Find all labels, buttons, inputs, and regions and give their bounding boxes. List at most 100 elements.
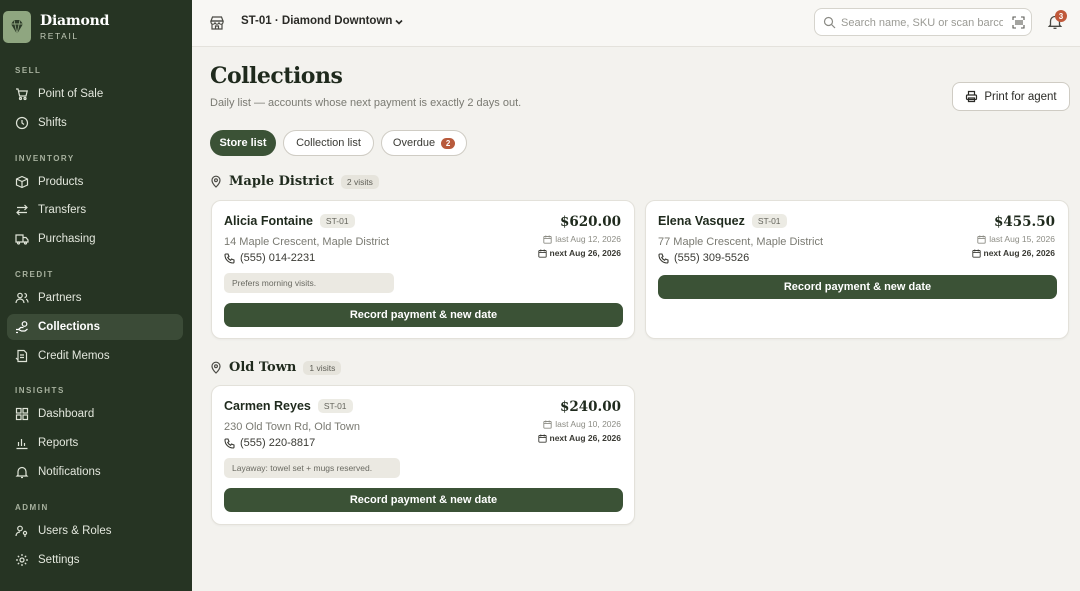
sidebar-item-credit-memos[interactable]: Credit Memos bbox=[7, 343, 183, 369]
sidebar-item-label: Notifications bbox=[38, 466, 101, 478]
chevron-down-icon[interactable] bbox=[393, 16, 405, 28]
diamond-logo-icon bbox=[3, 11, 31, 43]
section-label-credit: CREDIT bbox=[15, 270, 54, 279]
clock-icon bbox=[15, 116, 29, 130]
customer-note: Prefers morning visits. bbox=[224, 273, 394, 293]
customer-phone[interactable]: (555) 220-8817 bbox=[224, 437, 315, 449]
customer-name: Carmen Reyes ST-01 bbox=[224, 399, 353, 413]
phone-icon bbox=[658, 252, 669, 264]
calendar-icon bbox=[543, 420, 552, 429]
print-button-label: Print for agent bbox=[984, 90, 1057, 103]
store-badge: ST-01 bbox=[319, 214, 355, 228]
customer-address: 230 Old Town Rd, Old Town bbox=[224, 421, 360, 433]
customer-name: Elena Vasquez ST-01 bbox=[658, 214, 787, 228]
sidebar-item-label: Collections bbox=[38, 321, 100, 333]
calendar-icon bbox=[977, 235, 986, 244]
collection-card: Alicia Fontaine ST-01 14 Maple Crescent,… bbox=[211, 200, 635, 339]
store-selector[interactable]: ST-01 · Diamond Downtown bbox=[241, 15, 392, 27]
overdue-count-badge: 2 bbox=[441, 137, 456, 149]
collection-card: Elena Vasquez ST-01 77 Maple Crescent, M… bbox=[645, 200, 1069, 339]
record-payment-button[interactable]: Record payment & new date bbox=[224, 488, 623, 512]
sidebar-item-point-of-sale[interactable]: Point of Sale bbox=[7, 81, 183, 107]
box-icon bbox=[15, 175, 29, 189]
store-badge: ST-01 bbox=[317, 399, 353, 413]
section-label-insights: INSIGHTS bbox=[15, 386, 65, 395]
customer-address: 14 Maple Crescent, Maple District bbox=[224, 236, 390, 248]
calendar-icon bbox=[537, 434, 547, 443]
sidebar-item-users-roles[interactable]: Users & Roles bbox=[7, 518, 183, 544]
sidebar-item-label: Transfers bbox=[38, 204, 87, 216]
record-payment-button[interactable]: Record payment & new date bbox=[658, 275, 1057, 299]
sidebar-item-notifications[interactable]: Notifications bbox=[7, 459, 183, 485]
search-bar bbox=[814, 8, 1032, 36]
calendar-icon bbox=[543, 235, 552, 244]
last-payment-date: last Aug 12, 2026 bbox=[543, 234, 621, 244]
cart-icon bbox=[15, 87, 29, 101]
sidebar-item-label: Shifts bbox=[38, 117, 67, 129]
truck-icon bbox=[15, 232, 29, 246]
sidebar-item-label: Partners bbox=[38, 292, 82, 304]
tab-collection-list[interactable]: Collection list bbox=[283, 130, 374, 156]
store-badge: ST-01 bbox=[751, 214, 787, 228]
sidebar-item-collections[interactable]: Collections bbox=[7, 314, 183, 340]
search-icon bbox=[823, 16, 836, 29]
map-pin-icon bbox=[211, 361, 221, 374]
user-key-icon bbox=[15, 524, 29, 538]
sidebar-item-reports[interactable]: Reports bbox=[7, 430, 183, 456]
next-payment-date: next Aug 26, 2026 bbox=[971, 248, 1055, 258]
users-icon bbox=[15, 291, 29, 305]
sidebar-item-label: Users & Roles bbox=[38, 525, 112, 537]
tab-label: Overdue bbox=[392, 137, 436, 149]
collection-card: Carmen Reyes ST-01 230 Old Town Rd, Old … bbox=[211, 385, 635, 525]
section-label-admin: ADMIN bbox=[15, 503, 49, 512]
amount-due: $455.50 bbox=[993, 214, 1055, 230]
memo-icon bbox=[15, 349, 29, 363]
barcode-scan-icon[interactable] bbox=[1012, 16, 1025, 29]
sidebar-item-purchasing[interactable]: Purchasing bbox=[7, 226, 183, 252]
brand[interactable]: Diamond RETAIL bbox=[3, 11, 109, 43]
last-payment-date: last Aug 10, 2026 bbox=[543, 419, 621, 429]
sidebar-item-label: Reports bbox=[38, 437, 79, 449]
group-name: Maple District bbox=[229, 174, 334, 189]
next-payment-date: next Aug 26, 2026 bbox=[537, 248, 621, 258]
tab-overdue[interactable]: Overdue 2 bbox=[381, 130, 467, 156]
sidebar-item-partners[interactable]: Partners bbox=[7, 285, 183, 311]
notification-count-badge: 3 bbox=[1055, 10, 1067, 22]
sidebar-item-settings[interactable]: Settings bbox=[7, 547, 183, 573]
customer-phone[interactable]: (555) 014-2231 bbox=[224, 252, 315, 264]
page-title: Collections bbox=[210, 63, 343, 89]
record-payment-button[interactable]: Record payment & new date bbox=[224, 303, 623, 327]
gear-icon bbox=[15, 553, 29, 567]
print-for-agent-button[interactable]: Print for agent bbox=[952, 82, 1070, 111]
sidebar-item-transfers[interactable]: Transfers bbox=[7, 197, 183, 223]
last-payment-date: last Aug 15, 2026 bbox=[977, 234, 1055, 244]
next-payment-date: next Aug 26, 2026 bbox=[537, 433, 621, 443]
amount-due: $240.00 bbox=[559, 399, 621, 415]
hand-coins-icon bbox=[15, 320, 29, 334]
sidebar: Diamond RETAIL SELL Point of Sale Shifts… bbox=[0, 0, 192, 591]
sidebar-item-label: Settings bbox=[38, 554, 80, 566]
sidebar-item-products[interactable]: Products bbox=[7, 169, 183, 195]
customer-address: 77 Maple Crescent, Maple District bbox=[658, 236, 824, 248]
map-pin-icon bbox=[211, 175, 221, 188]
customer-phone[interactable]: (555) 309-5526 bbox=[658, 252, 749, 264]
sidebar-item-shifts[interactable]: Shifts bbox=[7, 110, 183, 136]
phone-icon bbox=[224, 252, 235, 264]
sidebar-item-label: Products bbox=[38, 176, 84, 188]
calendar-icon bbox=[537, 249, 547, 258]
tab-store-list[interactable]: Store list bbox=[210, 130, 276, 156]
store-icon bbox=[210, 16, 224, 30]
sidebar-item-label: Point of Sale bbox=[38, 88, 104, 100]
section-label-inventory: INVENTORY bbox=[15, 154, 75, 163]
sidebar-item-label: Credit Memos bbox=[38, 350, 110, 362]
visits-badge: 1 visits bbox=[303, 360, 342, 375]
bar-chart-icon bbox=[15, 436, 29, 450]
grid-icon bbox=[15, 407, 29, 421]
group-header-maple-district: Maple District 2 visits bbox=[210, 174, 379, 189]
amount-due: $620.00 bbox=[559, 214, 621, 230]
search-input[interactable] bbox=[841, 14, 1003, 31]
sidebar-item-label: Purchasing bbox=[38, 233, 96, 245]
brand-subtitle: RETAIL bbox=[40, 30, 79, 41]
sidebar-item-dashboard[interactable]: Dashboard bbox=[7, 401, 183, 427]
top-bar: ST-01 · Diamond Downtown 3 bbox=[192, 0, 1080, 47]
